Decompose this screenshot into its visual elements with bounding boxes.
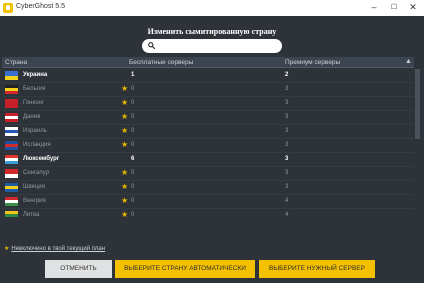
premium-server-count: 3 — [285, 170, 289, 176]
select-server-button[interactable]: ВЫБЕРИТЕ НУЖНЫЙ СЕРВЕР — [259, 260, 375, 278]
footnote-text[interactable]: Невключено в твой текущий план — [11, 246, 105, 252]
country-flag-icon — [5, 155, 18, 164]
country-flag-icon — [5, 211, 18, 217]
column-header-country[interactable]: Страна — [5, 59, 27, 66]
country-row[interactable]: Литва ★ 0 4 — [2, 209, 414, 217]
premium-server-count: 3 — [285, 128, 289, 134]
country-list: Украина 1 2 Бельгия ★ 0 3 Гонконг ★ 0 3 Дания ★ 0 3 Изр… — [2, 69, 414, 217]
country-name: Дания — [23, 114, 41, 120]
column-header-premium[interactable]: Премиум серверы — [285, 59, 340, 66]
country-flag-icon — [5, 127, 18, 136]
country-row[interactable]: Венгрия ★ 0 4 — [2, 195, 414, 209]
premium-star-icon: ★ — [121, 112, 129, 121]
auto-select-country-button[interactable]: ВЫБЕРИТЕ СТРАНУ АВТОМАТИЧЕСКИ — [115, 260, 255, 278]
free-server-count: 0 — [131, 170, 135, 176]
scrollbar[interactable] — [415, 69, 420, 217]
country-name: Израиль — [23, 128, 47, 134]
country-flag-icon — [5, 85, 18, 94]
maximize-button[interactable]: ☐ — [385, 1, 403, 14]
country-name: Украина — [23, 72, 48, 78]
premium-star-icon: ★ — [121, 126, 129, 135]
country-flag-icon — [5, 183, 18, 192]
country-dialog: Изменить сымитированную страну Страна Бе… — [0, 16, 424, 283]
search-box[interactable] — [142, 39, 282, 53]
footnote-link[interactable]: ★ Невключено в твой текущий план — [4, 245, 105, 252]
premium-star-icon: ★ — [121, 210, 129, 217]
premium-server-count: 3 — [285, 100, 289, 106]
search-input[interactable] — [158, 41, 276, 51]
premium-server-count: 4 — [285, 212, 289, 217]
country-name: Гонконг — [23, 100, 45, 106]
country-row[interactable]: Гонконг ★ 0 3 — [2, 97, 414, 111]
sort-caret-icon[interactable]: ▲ — [405, 58, 412, 65]
column-header-free[interactable]: Бесплатные серверы — [129, 59, 193, 66]
premium-server-count: 2 — [285, 72, 289, 78]
country-flag-icon — [5, 141, 18, 150]
free-server-count: 0 — [131, 86, 135, 92]
scrollbar-thumb[interactable] — [415, 69, 420, 139]
close-button[interactable]: ✕ — [404, 1, 422, 14]
country-flag-icon — [5, 197, 18, 206]
country-name: Исландия — [23, 142, 51, 148]
premium-server-count: 3 — [285, 184, 289, 190]
free-server-count: 1 — [131, 72, 135, 78]
country-row[interactable]: Украина 1 2 — [2, 69, 414, 83]
cyberghost-logo-icon — [3, 3, 13, 13]
free-server-count: 0 — [131, 128, 135, 134]
country-name: Венгрия — [23, 198, 46, 204]
minimize-button[interactable]: – — [365, 1, 383, 14]
premium-server-count: 3 — [285, 86, 289, 92]
free-server-count: 6 — [131, 156, 135, 162]
country-flag-icon — [5, 169, 18, 178]
country-flag-icon — [5, 113, 18, 122]
free-server-count: 0 — [131, 114, 135, 120]
free-server-count: 0 — [131, 184, 135, 190]
free-server-count: 0 — [131, 100, 135, 106]
country-name: Люксембург — [23, 156, 60, 162]
country-row[interactable]: Исландия ★ 0 3 — [2, 139, 414, 153]
country-row[interactable]: Сингапур ★ 0 3 — [2, 167, 414, 181]
premium-star-icon: ★ — [121, 196, 129, 205]
title-bar: CyberGhost 5.5 – ☐ ✕ — [0, 0, 424, 16]
premium-server-count: 3 — [285, 142, 289, 148]
country-name: Литва — [23, 212, 40, 217]
table-header: Страна Бесплатные серверы Премиум сервер… — [2, 57, 414, 68]
free-server-count: 0 — [131, 212, 135, 217]
premium-star-icon: ★ — [121, 140, 129, 149]
cancel-button[interactable]: ОТМЕНИТЬ — [45, 260, 112, 278]
country-flag-icon — [5, 99, 18, 108]
premium-server-count: 3 — [285, 156, 289, 162]
country-row[interactable]: Швеция ★ 0 3 — [2, 181, 414, 195]
country-name: Бельгия — [23, 86, 46, 92]
premium-star-icon: ★ — [121, 182, 129, 191]
free-server-count: 0 — [131, 142, 135, 148]
search-icon — [148, 42, 155, 49]
country-name: Швеция — [23, 184, 45, 190]
premium-server-count: 4 — [285, 198, 289, 204]
country-row[interactable]: Бельгия ★ 0 3 — [2, 83, 414, 97]
star-icon: ★ — [4, 246, 10, 252]
dialog-heading: Изменить сымитированную страну — [147, 27, 277, 36]
premium-star-icon: ★ — [121, 84, 129, 93]
country-name: Сингапур — [23, 170, 49, 176]
window-title: CyberGhost 5.5 — [16, 3, 66, 10]
free-server-count: 0 — [131, 198, 135, 204]
premium-star-icon: ★ — [121, 168, 129, 177]
premium-star-icon: ★ — [121, 98, 129, 107]
country-row[interactable]: Израиль ★ 0 3 — [2, 125, 414, 139]
country-row[interactable]: Люксембург 6 3 — [2, 153, 414, 167]
app-window: CyberGhost 5.5 – ☐ ✕ Изменить сымитирова… — [0, 0, 424, 283]
premium-server-count: 3 — [285, 114, 289, 120]
country-flag-icon — [5, 71, 18, 80]
country-row[interactable]: Дания ★ 0 3 — [2, 111, 414, 125]
